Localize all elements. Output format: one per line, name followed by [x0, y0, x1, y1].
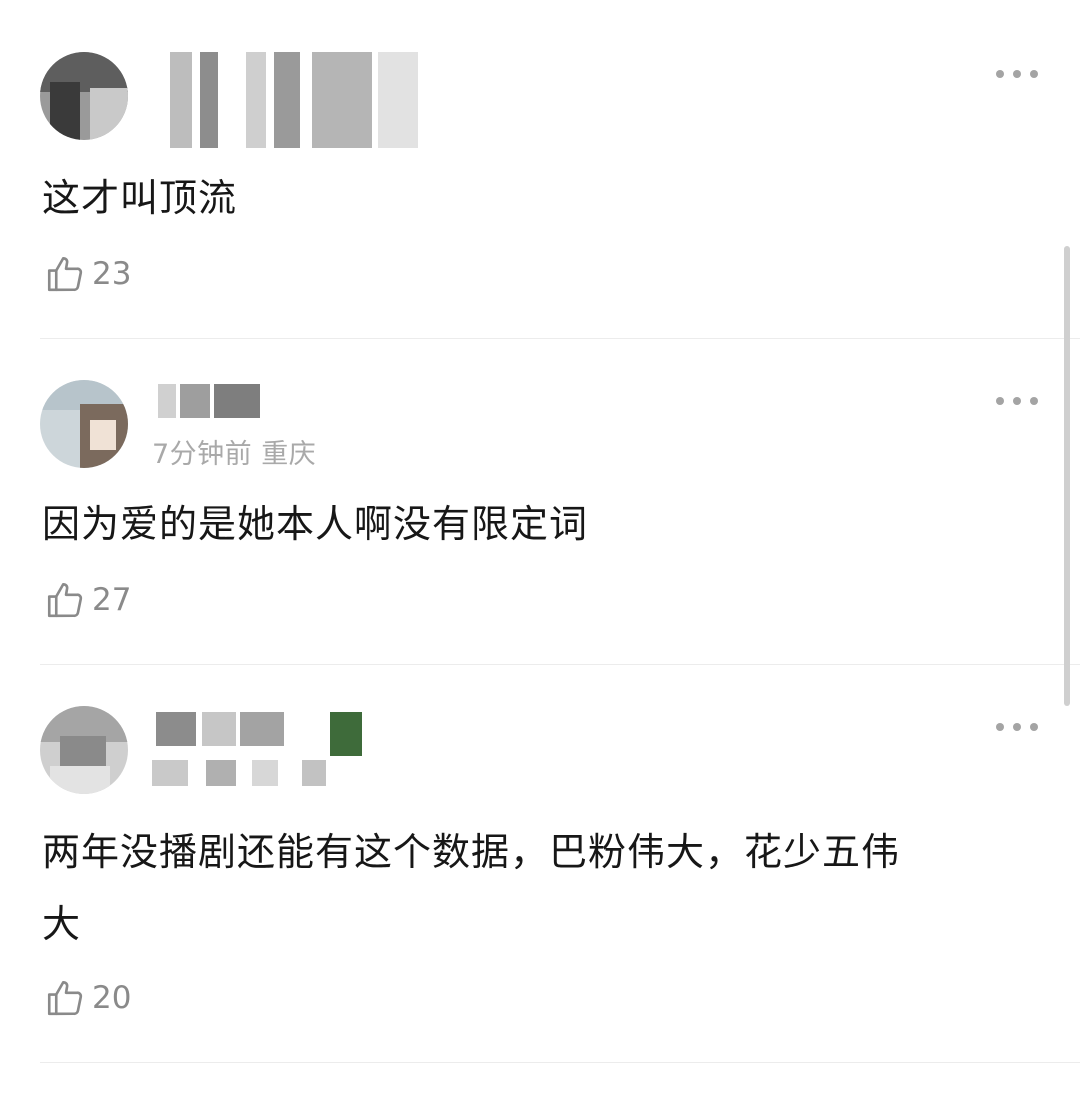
like-count: 20: [92, 980, 132, 1016]
comment-text: 因为爱的是她本人啊没有限定词: [42, 502, 589, 546]
thumbs-up-icon: [47, 582, 83, 618]
comment-text: 这才叫顶流: [42, 176, 238, 220]
thumbs-up-icon: [47, 256, 83, 292]
more-options-icon[interactable]: [996, 396, 1038, 406]
comment-text-line-2: 大: [42, 902, 82, 946]
comment-meta: 7分钟前 重庆: [152, 439, 317, 470]
divider: [40, 664, 1080, 665]
divider: [40, 1062, 1080, 1063]
username-blurred[interactable]: [152, 52, 422, 148]
avatar[interactable]: [40, 52, 128, 140]
like-button[interactable]: 27: [44, 578, 131, 622]
like-count: 27: [92, 582, 132, 618]
like-count: 23: [92, 256, 132, 292]
like-button[interactable]: 23: [44, 252, 131, 296]
avatar[interactable]: [40, 380, 128, 468]
more-options-icon[interactable]: [996, 722, 1038, 732]
username-blurred[interactable]: [152, 384, 262, 418]
comment-text-line-1: 两年没播剧还能有这个数据，巴粉伟大，花少五伟: [42, 830, 901, 874]
thumbs-up-icon: [47, 980, 83, 1016]
like-button[interactable]: 20: [44, 976, 131, 1020]
divider: [40, 338, 1080, 339]
username-blurred[interactable]: [152, 712, 362, 790]
more-options-icon[interactable]: [996, 69, 1038, 79]
scrollbar[interactable]: [1064, 246, 1070, 706]
avatar[interactable]: [40, 706, 128, 794]
